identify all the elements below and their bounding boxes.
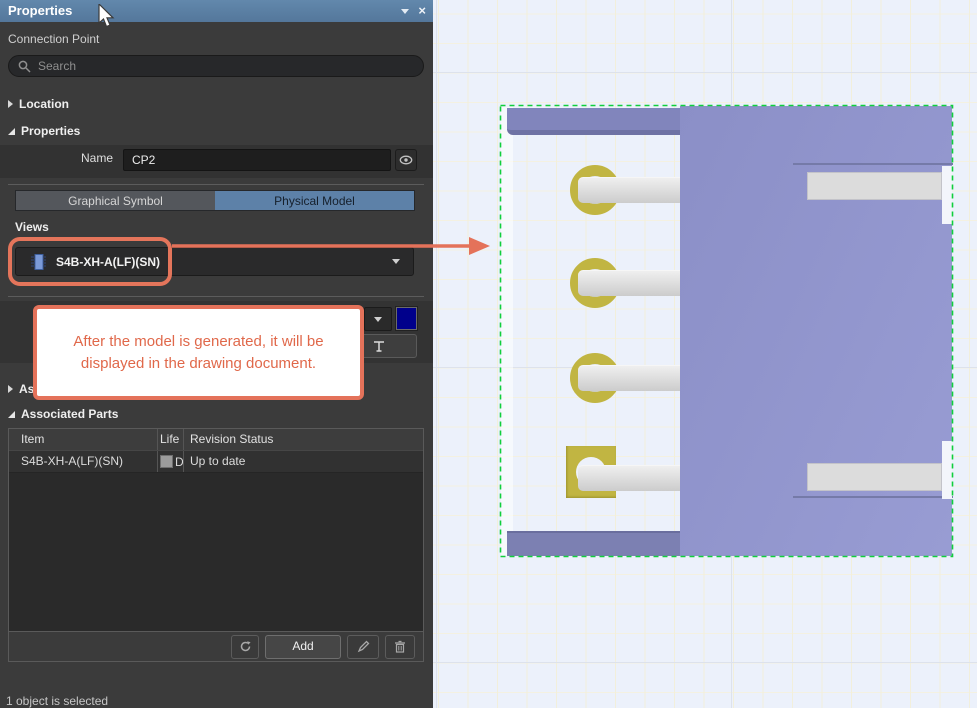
color-dropdown-button[interactable] — [364, 307, 392, 331]
pin-lead-3 — [578, 365, 680, 391]
right-slot-line-1 — [793, 163, 953, 165]
table-row[interactable]: S4B-XH-A(LF)(SN) D Up to date — [9, 450, 423, 473]
section-associated-parts[interactable]: Associated Parts — [8, 407, 118, 421]
row-checkbox[interactable] — [160, 455, 173, 468]
right-notch-1 — [942, 166, 952, 224]
col-revision-status[interactable]: Revision Status — [184, 429, 423, 450]
edit-button[interactable] — [347, 635, 379, 659]
pencil-icon — [357, 640, 370, 653]
panel-title: Properties — [8, 3, 72, 18]
col-lifecycle[interactable]: Life — [158, 429, 184, 450]
annotation-highlight-ring — [8, 237, 172, 286]
right-pin-1 — [807, 172, 942, 200]
object-type-label: Connection Point — [8, 32, 99, 46]
right-notch-2 — [942, 441, 952, 499]
application-window: Properties × Connection Point Search Loc… — [0, 0, 977, 708]
search-icon — [18, 60, 31, 73]
associated-parts-table: Item Life Revision Status S4B-XH-A(LF)(S… — [8, 428, 424, 662]
refresh-icon — [239, 640, 252, 653]
expanded-triangle-icon — [8, 411, 15, 418]
table-header-row: Item Life Revision Status — [9, 429, 423, 450]
status-bar-text: 1 object is selected — [6, 694, 108, 708]
search-input[interactable]: Search — [8, 55, 424, 77]
divider — [8, 184, 424, 185]
callout-line-1: After the model is generated, it will be — [43, 331, 354, 353]
search-placeholder: Search — [38, 59, 76, 73]
tab-graphical-symbol[interactable]: Graphical Symbol — [16, 191, 215, 210]
model-left-edge — [501, 107, 513, 556]
collapsed-triangle-icon — [8, 385, 13, 393]
panel-menu-caret-icon[interactable] — [401, 9, 409, 14]
eye-icon — [399, 155, 413, 165]
pin-lead-1 — [578, 177, 680, 203]
model-bottom-flange — [507, 531, 680, 556]
annotation-callout: After the model is generated, it will be… — [33, 305, 364, 400]
table-button-bar: Add — [9, 631, 423, 661]
section-properties[interactable]: Properties — [8, 124, 80, 138]
name-input[interactable]: CP2 — [123, 149, 391, 171]
name-label: Name — [0, 151, 113, 165]
visibility-toggle-button[interactable] — [395, 149, 417, 171]
delete-button[interactable] — [385, 635, 415, 659]
section-location[interactable]: Location — [8, 97, 69, 111]
panel-titlebar[interactable]: Properties — [0, 0, 433, 22]
right-slot-line-2 — [793, 496, 953, 498]
col-item[interactable]: Item — [9, 429, 158, 450]
tab-physical-model[interactable]: Physical Model — [215, 191, 414, 210]
collapsed-triangle-icon — [8, 100, 13, 108]
chevron-down-icon — [374, 317, 382, 322]
panel-close-icon[interactable]: × — [418, 0, 426, 22]
divider — [8, 296, 424, 297]
model-type-tabs: Graphical Symbol Physical Model — [15, 190, 415, 211]
callout-line-2: displayed in the drawing document. — [43, 353, 354, 375]
refresh-button[interactable] — [231, 635, 259, 659]
trash-icon — [394, 640, 406, 653]
pin-lead-2 — [578, 270, 680, 296]
add-button[interactable]: Add — [265, 635, 341, 659]
chevron-down-icon — [392, 259, 400, 264]
drawing-canvas[interactable] — [433, 0, 977, 708]
color-swatch[interactable] — [396, 307, 417, 330]
expanded-triangle-icon — [8, 128, 15, 135]
font-T-icon — [372, 340, 386, 353]
views-label: Views — [15, 220, 49, 234]
pin-lead-4 — [578, 465, 680, 491]
model-top-flange — [507, 108, 680, 135]
right-pin-2 — [807, 463, 942, 491]
